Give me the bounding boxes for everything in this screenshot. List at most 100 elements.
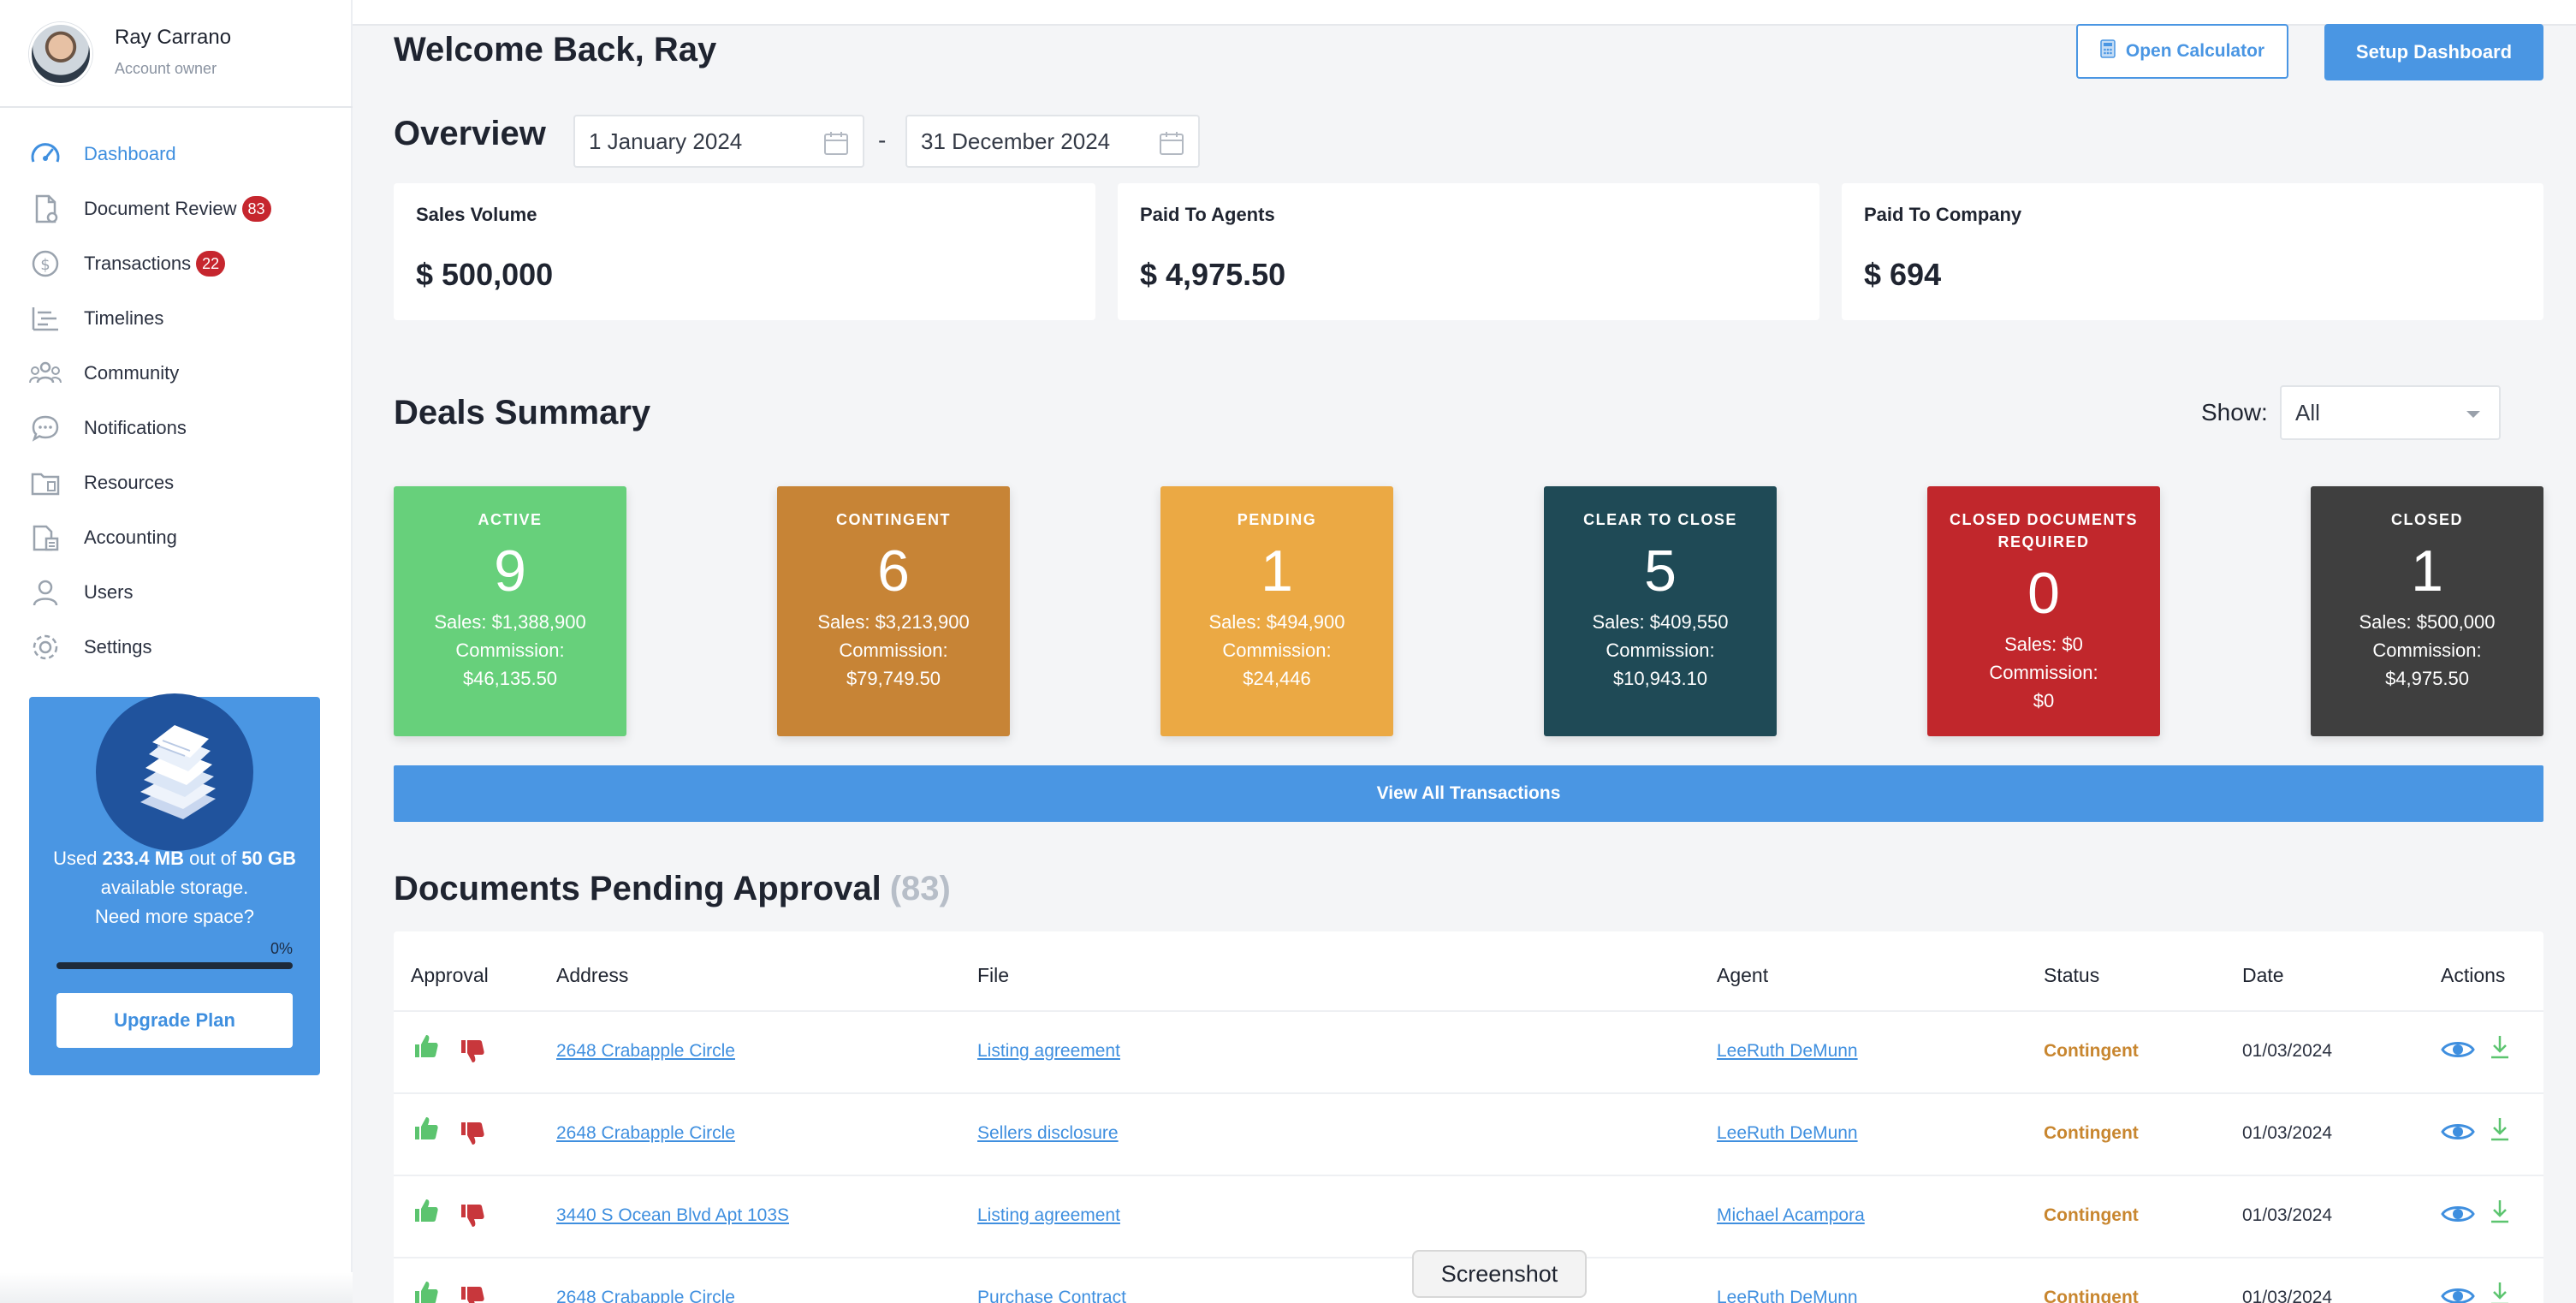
- show-filter-select[interactable]: All: [2280, 385, 2501, 440]
- documents-pending-label: Documents Pending Approval: [394, 870, 881, 907]
- row-date: 01/03/2024: [2242, 1041, 2333, 1061]
- deal-card-pending[interactable]: PENDING 1 Sales: $494,900 Commission: $2…: [1160, 486, 1393, 736]
- download-icon[interactable]: [2489, 1034, 2511, 1064]
- stacked-documents-icon: [96, 693, 253, 851]
- sidebar-item-label: Resources: [84, 472, 175, 493]
- avatar[interactable]: [29, 22, 92, 86]
- row-address-link[interactable]: 2648 Crabapple Circle: [556, 1288, 735, 1303]
- calendar-icon[interactable]: [823, 130, 849, 162]
- date-from-input[interactable]: 1 January 2024: [573, 115, 864, 168]
- sidebar-item-document-review[interactable]: Document Review 83: [27, 181, 335, 236]
- profile-role: Account owner: [115, 60, 217, 77]
- sidebar-item-resources[interactable]: Resources: [27, 455, 335, 510]
- column-header-status: Status: [2044, 964, 2100, 986]
- storage-used-prefix: Used: [53, 848, 98, 869]
- documents-pending-title: Documents Pending Approval (83): [394, 870, 951, 908]
- deal-card-sales: Sales: $494,900: [1208, 611, 1345, 633]
- eye-icon[interactable]: [2441, 1202, 2475, 1230]
- sidebar-item-settings[interactable]: Settings: [27, 620, 335, 675]
- eye-icon[interactable]: [2441, 1120, 2475, 1148]
- thumbs-down-icon[interactable]: [459, 1038, 486, 1069]
- sidebar-item-dashboard[interactable]: Dashboard: [27, 127, 335, 181]
- date-to-input[interactable]: 31 December 2024: [905, 115, 1200, 168]
- row-date: 01/03/2024: [2242, 1288, 2333, 1303]
- deal-card-closed[interactable]: CLOSED 1 Sales: $500,000 Commission: $4,…: [2311, 486, 2543, 736]
- sidebar-item-users[interactable]: Users: [27, 565, 335, 620]
- deal-card-count: 5: [1644, 538, 1677, 604]
- row-file-link[interactable]: Listing agreement: [977, 1205, 1120, 1226]
- table-row: 2648 Crabapple Circle Listing agreement …: [394, 1010, 2543, 1092]
- download-icon[interactable]: [2489, 1199, 2511, 1229]
- thumbs-up-icon[interactable]: [413, 1197, 440, 1229]
- download-icon[interactable]: [2489, 1281, 2511, 1303]
- deal-card-commission: $24,446: [1243, 668, 1311, 689]
- calendar-icon[interactable]: [1159, 130, 1184, 162]
- chevron-down-icon: [2466, 411, 2480, 418]
- download-icon[interactable]: [2489, 1116, 2511, 1146]
- row-file-link[interactable]: Sellers disclosure: [977, 1123, 1119, 1144]
- sidebar-item-label: Community: [84, 362, 180, 384]
- row-agent-link[interactable]: LeeRuth DeMunn: [1717, 1041, 1858, 1062]
- deal-card-commission: $4,975.50: [2385, 668, 2469, 689]
- row-address-link[interactable]: 2648 Crabapple Circle: [556, 1041, 735, 1062]
- thumbs-up-icon[interactable]: [413, 1032, 440, 1064]
- sidebar-item-timelines[interactable]: Timelines: [27, 291, 335, 346]
- column-header-file: File: [977, 964, 1010, 986]
- deal-card-commission-label: Commission:: [1606, 640, 1715, 661]
- column-header-agent: Agent: [1717, 964, 1769, 986]
- setup-dashboard-button[interactable]: Setup Dashboard: [2324, 24, 2543, 80]
- overview-title: Overview: [394, 115, 546, 152]
- kpi-value: $ 500,000: [416, 257, 554, 292]
- gear-icon: [27, 629, 63, 665]
- open-calculator-label: Open Calculator: [2125, 41, 2265, 61]
- thumbs-down-icon[interactable]: [459, 1284, 486, 1303]
- kpi-paid-to-company: Paid To Company $ 694: [1842, 183, 2543, 320]
- page-title: Welcome Back, Ray: [394, 31, 717, 68]
- row-agent-link[interactable]: LeeRuth DeMunn: [1717, 1288, 1858, 1303]
- gauge-icon: [27, 136, 63, 172]
- row-status: Contingent: [2044, 1205, 2139, 1225]
- deal-card-closed-documents-required[interactable]: CLOSED DOCUMENTS REQUIRED 0 Sales: $0 Co…: [1927, 486, 2160, 736]
- storage-more-space: Need more space?: [95, 906, 254, 927]
- row-status: Contingent: [2044, 1041, 2139, 1061]
- kpi-value: $ 4,975.50: [1140, 257, 1286, 292]
- profile-name: Ray Carrano: [115, 26, 232, 49]
- sidebar-item-notifications[interactable]: Notifications: [27, 401, 335, 455]
- document-review-count-badge: 83: [241, 196, 271, 222]
- row-address-link[interactable]: 2648 Crabapple Circle: [556, 1123, 735, 1144]
- column-header-address: Address: [556, 964, 629, 986]
- kpi-label: Sales Volume: [416, 204, 537, 225]
- thumbs-down-icon[interactable]: [459, 1120, 486, 1151]
- eye-icon[interactable]: [2441, 1284, 2475, 1303]
- storage-used-value: 233.4 MB: [102, 848, 184, 869]
- sidebar: Ray Carrano Account owner Dashboard Docu…: [0, 0, 353, 1303]
- sidebar-nav: Dashboard Document Review 83 $ Transacti…: [27, 127, 335, 675]
- user-profile[interactable]: Ray Carrano Account owner: [29, 22, 346, 104]
- sidebar-item-label: Dashboard: [84, 143, 176, 164]
- sidebar-item-transactions[interactable]: $ Transactions 22: [27, 236, 335, 291]
- deal-card-commission: $10,943.10: [1612, 668, 1708, 689]
- sidebar-divider: [0, 106, 353, 108]
- folder-icon: [27, 465, 63, 501]
- row-address-link[interactable]: 3440 S Ocean Blvd Apt 103S: [556, 1205, 789, 1226]
- sidebar-item-accounting[interactable]: Accounting: [27, 510, 335, 565]
- upgrade-plan-button[interactable]: Upgrade Plan: [56, 993, 293, 1048]
- view-all-transactions-button[interactable]: View All Transactions: [394, 765, 2543, 822]
- row-file-link[interactable]: Purchase Contract: [977, 1288, 1126, 1303]
- storage-panel: Used 233.4 MB out of 50 GB available sto…: [29, 693, 320, 1075]
- deal-card-title: PENDING: [1237, 511, 1317, 528]
- eye-icon[interactable]: [2441, 1038, 2475, 1066]
- table-row: 2648 Crabapple Circle Sellers disclosure…: [394, 1092, 2543, 1175]
- deal-card-contingent[interactable]: CONTINGENT 6 Sales: $3,213,900 Commissio…: [777, 486, 1010, 736]
- thumbs-down-icon[interactable]: [459, 1202, 486, 1234]
- row-file-link[interactable]: Listing agreement: [977, 1041, 1120, 1062]
- row-agent-link[interactable]: Michael Acampora: [1717, 1205, 1865, 1226]
- storage-usage-text: Used 233.4 MB out of 50 GB available sto…: [46, 844, 303, 931]
- sidebar-item-community[interactable]: Community: [27, 346, 335, 401]
- deal-card-clear-to-close[interactable]: CLEAR TO CLOSE 5 Sales: $409,550 Commiss…: [1544, 486, 1777, 736]
- deal-card-active[interactable]: ACTIVE 9 Sales: $1,388,900 Commission: $…: [394, 486, 626, 736]
- thumbs-up-icon[interactable]: [413, 1279, 440, 1303]
- thumbs-up-icon[interactable]: [413, 1115, 440, 1146]
- open-calculator-button[interactable]: Open Calculator: [2076, 24, 2288, 79]
- row-agent-link[interactable]: LeeRuth DeMunn: [1717, 1123, 1858, 1144]
